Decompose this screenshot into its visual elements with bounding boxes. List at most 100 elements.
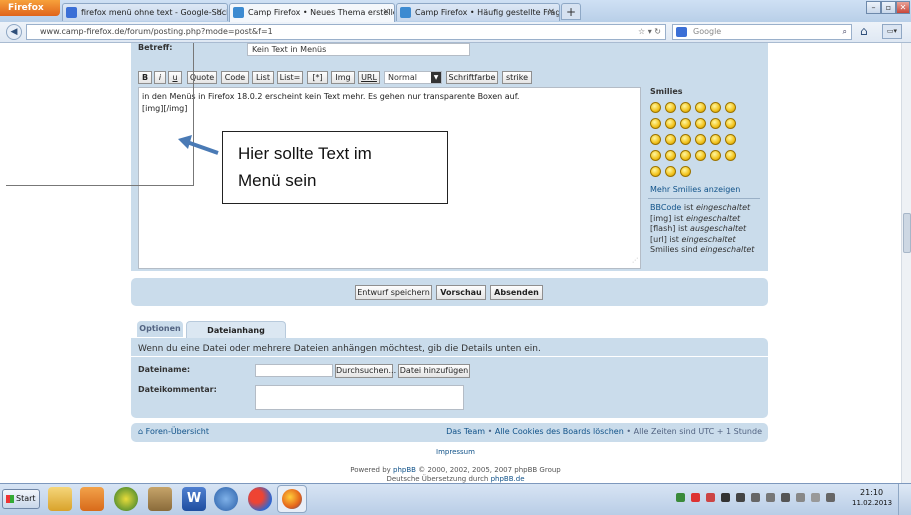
scrollbar-thumb[interactable] [903, 213, 911, 253]
vertical-scrollbar[interactable] [901, 43, 911, 483]
close-window-button[interactable]: ✕ [896, 1, 910, 14]
chrome-icon[interactable] [114, 487, 138, 511]
team-link[interactable]: Das Team [446, 427, 485, 436]
tab-options[interactable]: Optionen [137, 321, 183, 337]
smiley-icon[interactable] [710, 102, 721, 113]
smiley-icon[interactable] [650, 150, 661, 161]
submit-button[interactable]: Absenden [490, 285, 543, 300]
underline-button[interactable]: u [168, 71, 182, 84]
app-icon[interactable] [248, 487, 272, 511]
bold-button[interactable]: B [138, 71, 152, 84]
smiley-icon[interactable] [725, 150, 736, 161]
font-size-select[interactable]: Normal ▼ [384, 71, 442, 84]
minimize-button[interactable]: – [866, 1, 881, 14]
smiley-icon[interactable] [710, 150, 721, 161]
media-player-icon[interactable] [80, 487, 104, 511]
tray-icon[interactable] [676, 493, 685, 502]
gimp-icon[interactable] [148, 487, 172, 511]
tab-upload-attachment[interactable]: Dateianhang hochladen [186, 321, 286, 352]
smiley-icon[interactable] [725, 102, 736, 113]
font-color-button[interactable]: Schriftfarbe [446, 71, 498, 84]
url-bar[interactable]: www.camp-firefox.de/forum/posting.php?mo… [26, 24, 666, 40]
tray-icon[interactable] [781, 493, 790, 502]
tray-icon[interactable] [706, 493, 715, 502]
smiley-icon[interactable] [680, 166, 691, 177]
smiley-icon[interactable] [650, 102, 661, 113]
more-smilies-link[interactable]: Mehr Smilies anzeigen [650, 185, 740, 194]
smiley-icon[interactable] [665, 134, 676, 145]
home-icon[interactable]: ⌂ [860, 24, 868, 38]
bookmark-star-icon[interactable]: ☆ ▾ ↻ [638, 25, 661, 39]
chevron-down-icon[interactable]: ▼ [431, 72, 441, 83]
word-icon[interactable]: W [182, 487, 206, 511]
smiley-icon[interactable] [680, 150, 691, 161]
forum-index-link[interactable]: ⌂ Foren-Übersicht [138, 427, 209, 436]
show-desktop-button[interactable] [898, 484, 911, 515]
tray-icon[interactable] [766, 493, 775, 502]
smiley-icon[interactable] [725, 118, 736, 129]
url-button[interactable]: URL [358, 71, 380, 84]
smiley-icon[interactable] [665, 102, 676, 113]
img-button[interactable]: Img [331, 71, 355, 84]
tray-icon[interactable] [691, 493, 700, 502]
magnifier-icon[interactable]: ⌕ [843, 25, 847, 39]
tray-icon[interactable] [721, 493, 730, 502]
smiley-icon[interactable] [710, 118, 721, 129]
file-input[interactable] [255, 364, 333, 377]
ordered-list-button[interactable]: List= [277, 71, 303, 84]
tray-icon[interactable] [751, 493, 760, 502]
firefox-menu-button[interactable]: Firefox [0, 0, 60, 16]
new-tab-button[interactable]: + [561, 3, 581, 20]
close-tab-icon[interactable]: × [215, 4, 223, 21]
tab-faq[interactable]: Camp Firefox • Häufig gestellte Fragen × [396, 3, 560, 21]
strike-button[interactable]: strike [502, 71, 532, 84]
italic-button[interactable]: i [154, 71, 166, 84]
bbcode-faq-link[interactable]: BBCode [650, 203, 681, 212]
smiley-icon[interactable] [695, 118, 706, 129]
preview-button[interactable]: Vorschau [436, 285, 486, 300]
tab-neues-thema[interactable]: Camp Firefox • Neues Thema erstellen × [229, 3, 395, 22]
resize-grip-icon[interactable]: ⋰ [632, 255, 638, 267]
delete-cookies-link[interactable]: Alle Cookies des Boards löschen [495, 427, 624, 436]
smiley-icon[interactable] [650, 166, 661, 177]
tray-icon[interactable] [796, 493, 805, 502]
phpbb-de-link[interactable]: phpBB.de [491, 475, 525, 483]
subject-input[interactable]: Kein Text in Menüs [247, 43, 470, 56]
menu-icon[interactable]: ▭▾ [882, 24, 902, 39]
back-arrow-icon[interactable]: ◀ [6, 24, 22, 40]
list-item-button[interactable]: [*] [307, 71, 328, 84]
close-tab-icon[interactable]: × [382, 4, 390, 21]
tray-icon[interactable] [736, 493, 745, 502]
quote-button[interactable]: Quote [187, 71, 217, 84]
impressum-link[interactable]: Impressum [0, 448, 911, 456]
firefox-taskbar-button[interactable] [277, 485, 307, 513]
smiley-icon[interactable] [680, 118, 691, 129]
smiley-icon[interactable] [650, 118, 661, 129]
smiley-icon[interactable] [680, 102, 691, 113]
list-button[interactable]: List [252, 71, 274, 84]
smiley-icon[interactable] [680, 134, 691, 145]
add-file-button[interactable]: Datei hinzufügen [398, 364, 470, 378]
smiley-icon[interactable] [695, 102, 706, 113]
search-input[interactable]: Google ⌕ [672, 24, 852, 40]
file-comment-textarea[interactable] [255, 385, 464, 410]
smiley-icon[interactable] [695, 134, 706, 145]
smiley-icon[interactable] [725, 134, 736, 145]
start-button[interactable]: Start [2, 489, 40, 509]
close-tab-icon[interactable]: × [547, 4, 555, 21]
browse-button[interactable]: Durchsuchen... [335, 364, 396, 378]
smiley-icon[interactable] [665, 150, 676, 161]
thunderbird-icon[interactable] [214, 487, 238, 511]
tray-icon[interactable] [811, 493, 820, 502]
smiley-icon[interactable] [665, 118, 676, 129]
tab-google-search[interactable]: firefox menü ohne text - Google-Suche × [62, 3, 228, 21]
tray-icon[interactable] [826, 493, 835, 502]
phpbb-link[interactable]: phpBB [393, 466, 416, 474]
save-draft-button[interactable]: Entwurf speichern [355, 285, 432, 300]
code-button[interactable]: Code [221, 71, 249, 84]
explorer-icon[interactable] [48, 487, 72, 511]
smiley-icon[interactable] [650, 134, 661, 145]
smiley-icon[interactable] [710, 134, 721, 145]
restore-button[interactable]: ▫ [881, 1, 896, 14]
smiley-icon[interactable] [665, 166, 676, 177]
